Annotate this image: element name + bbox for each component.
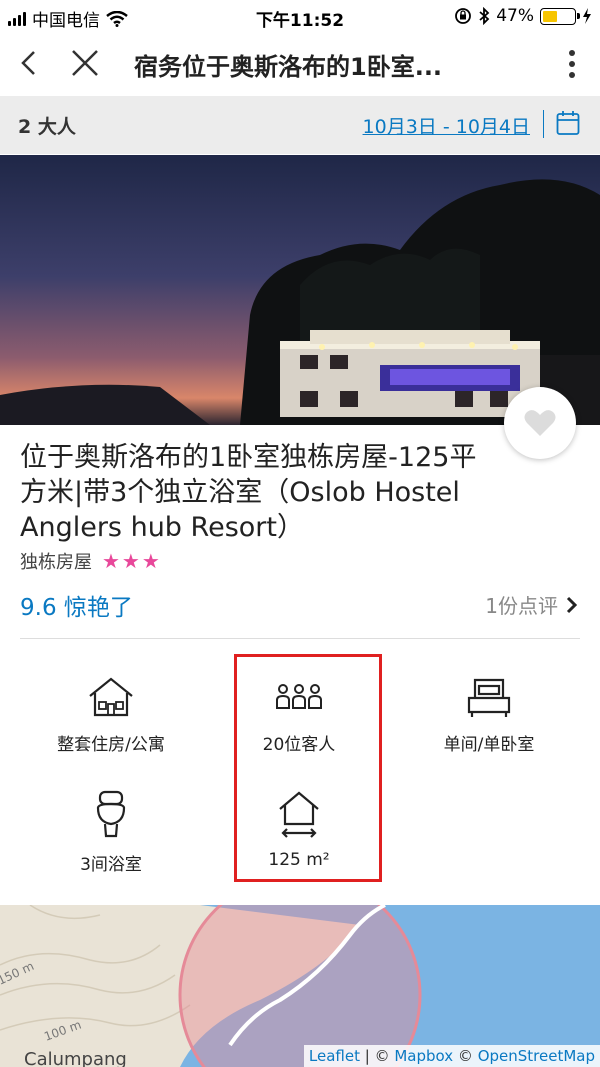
property-type: 独栋房屋 xyxy=(20,552,92,573)
amenity-bathrooms: 3间浴室 xyxy=(16,790,206,875)
leaflet-link[interactable]: Leaflet xyxy=(309,1047,360,1065)
highlight-annotation xyxy=(234,654,382,882)
back-arrow-icon[interactable] xyxy=(14,48,44,78)
favorite-button[interactable] xyxy=(504,387,576,459)
house-icon xyxy=(89,677,133,717)
guests-summary[interactable]: 2 大人 xyxy=(18,112,76,139)
amenity-bedroom: 单间/单卧室 xyxy=(394,676,584,755)
amenity-label: 整套住房/公寓 xyxy=(57,735,165,755)
attribution-separator: | © xyxy=(360,1047,395,1065)
map-image: 150 m 100 m Calumpang xyxy=(0,905,600,1067)
property-photo-image xyxy=(0,155,600,425)
bluetooth-icon xyxy=(479,7,490,25)
close-icon[interactable] xyxy=(70,48,100,78)
battery-level xyxy=(543,10,558,22)
orientation-lock-icon xyxy=(455,8,472,24)
bed-icon xyxy=(467,678,511,717)
openstreetmap-link[interactable]: OpenStreetMap xyxy=(478,1047,595,1065)
mapbox-link[interactable]: Mapbox xyxy=(394,1047,453,1065)
divider xyxy=(20,638,580,639)
property-photo[interactable] xyxy=(0,155,600,425)
page-title: 宿务位于奥斯洛布的1卧室... xyxy=(134,53,443,81)
chevron-right-icon xyxy=(566,596,578,613)
toilet-icon xyxy=(96,790,126,838)
property-type-row: 独栋房屋 ★★★ xyxy=(20,548,162,574)
star-rating: ★★★ xyxy=(102,549,162,573)
property-name: 位于奥斯洛布的1卧室独栋房屋-125平方米|带3个独立浴室（Oslob Host… xyxy=(20,442,477,543)
guest-rating[interactable]: 9.6 惊艳了 xyxy=(20,588,133,622)
search-summary-bar: 2 大人 10月3日 - 10月4日 xyxy=(0,96,600,154)
map-attribution: Leaflet | © Mapbox © OpenStreetMap xyxy=(303,1045,600,1067)
battery-icon xyxy=(540,7,580,25)
attribution-separator: © xyxy=(453,1047,478,1065)
nav-bar: 宿务位于奥斯洛布的1卧室... xyxy=(0,34,600,94)
charging-icon xyxy=(583,8,591,24)
reviews-link[interactable]: 1份点评 xyxy=(485,590,578,619)
map-label-place: Calumpang xyxy=(24,1049,127,1067)
heart-icon xyxy=(524,410,556,436)
amenity-label: 3间浴室 xyxy=(80,855,142,875)
battery-percent: 47% xyxy=(496,6,534,26)
more-options-icon[interactable] xyxy=(566,48,578,80)
date-range-link[interactable]: 10月3日 - 10月4日 xyxy=(363,112,530,139)
location-map[interactable]: 150 m 100 m Calumpang Leaflet | © Mapbox… xyxy=(0,905,600,1067)
amenity-entire-home: 整套住房/公寓 xyxy=(16,676,206,755)
divider xyxy=(542,110,544,138)
amenity-label: 单间/单卧室 xyxy=(443,735,535,755)
calendar-icon[interactable] xyxy=(556,110,580,136)
status-bar: 中国电信 下午11:52 47% xyxy=(0,0,600,34)
reviews-count: 1份点评 xyxy=(485,594,558,618)
